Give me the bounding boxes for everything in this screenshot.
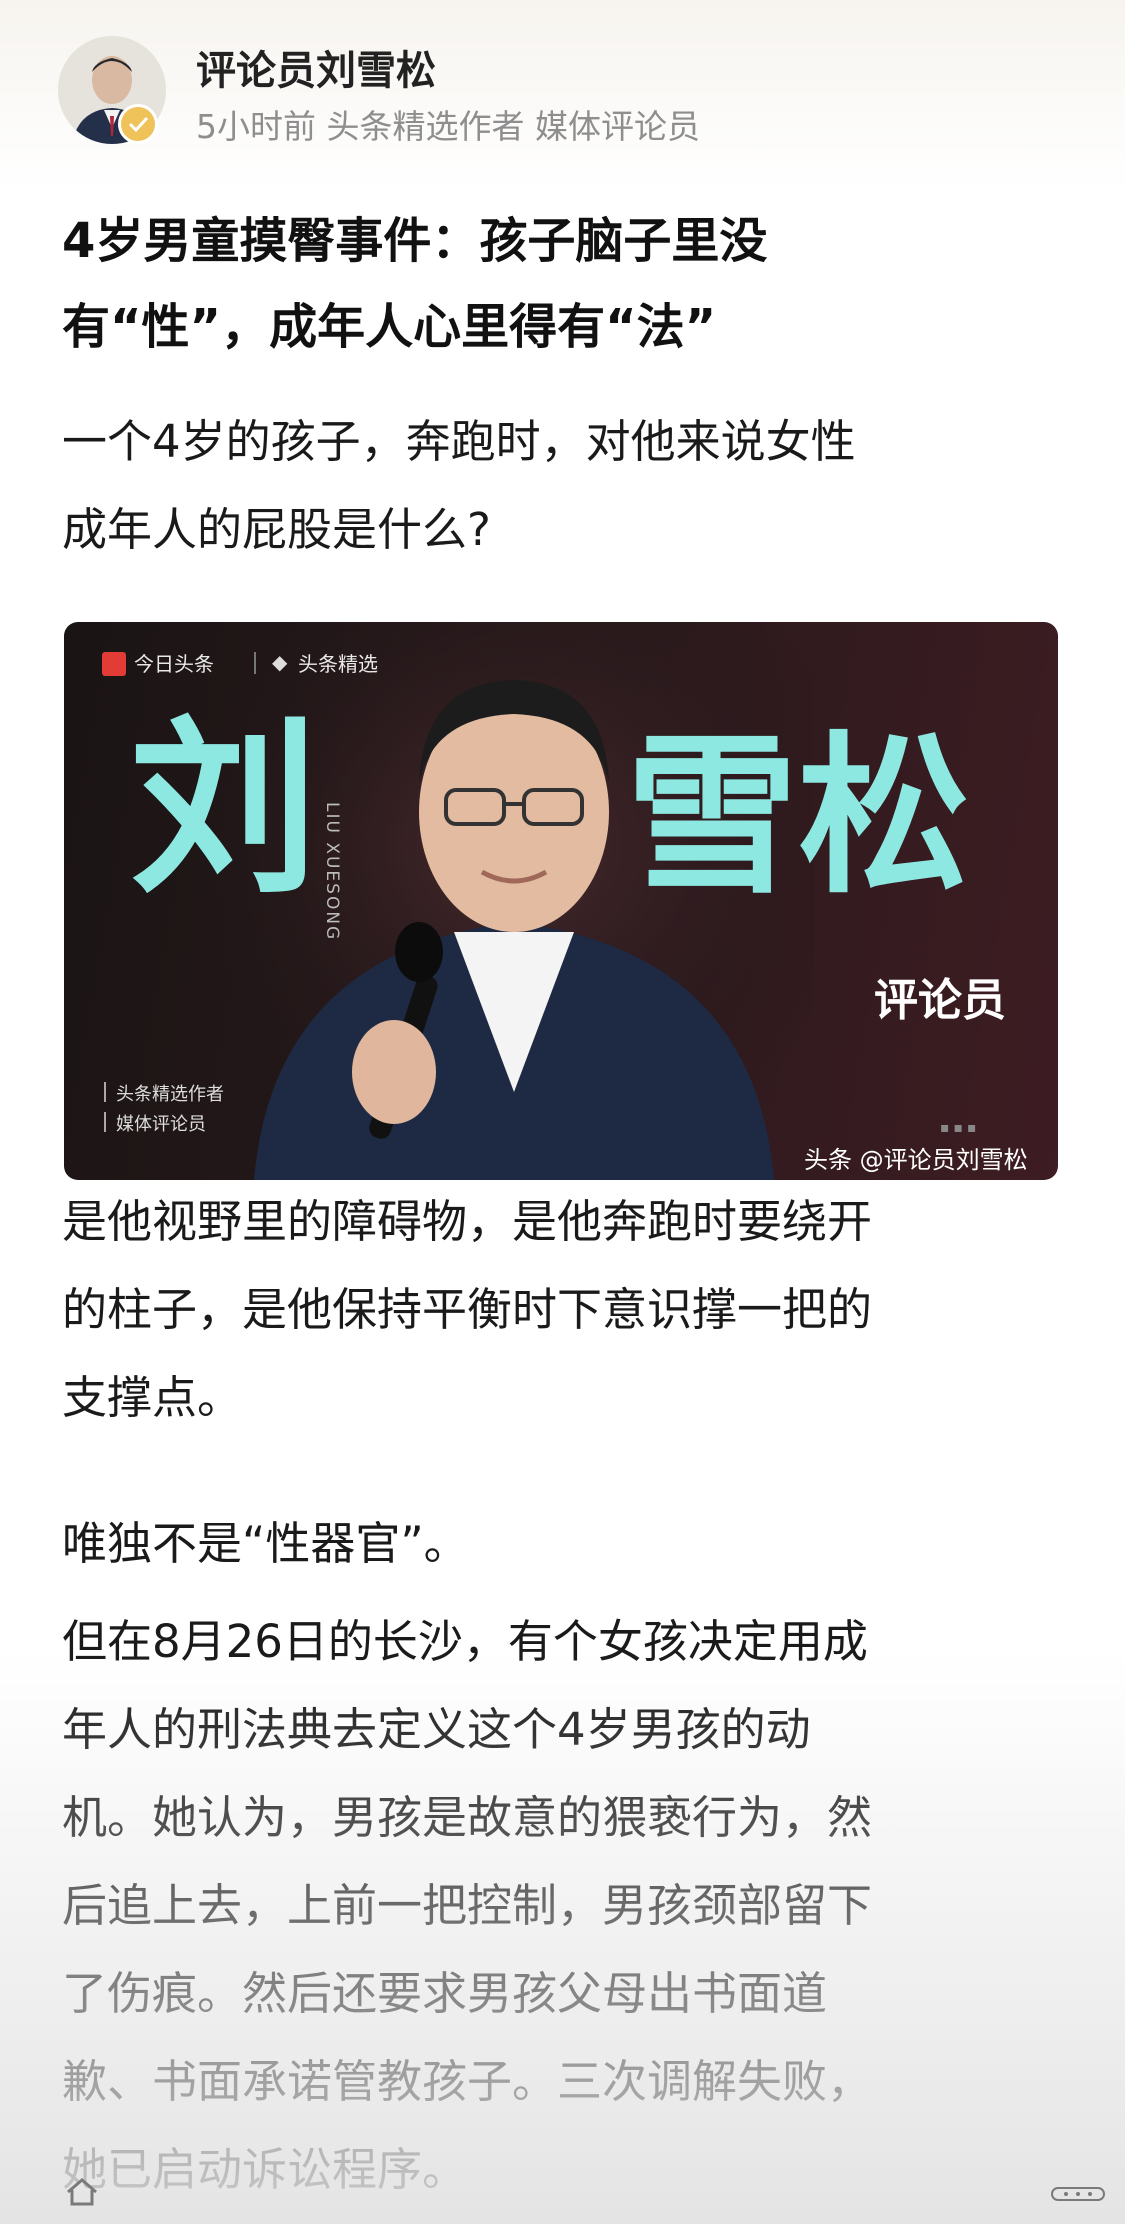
verified-badge-icon (118, 104, 158, 144)
home-icon[interactable] (62, 2172, 102, 2212)
article-title: 4岁男童摸臀事件：孩子脑子里没 有“性”，成年人心里得有“法” (62, 198, 1042, 370)
text-line: 的柱子，是他保持平衡时下意识撑一把的 (62, 1283, 873, 1336)
banner-role: 评论员 (874, 975, 1006, 1026)
paragraph-4: 但在8月26日的长沙，有个女孩决定用成 年人的刑法典去定义这个4岁男孩的动 机。… (62, 1598, 1072, 2214)
text-line: 唯独不是“性器官”。 (62, 1517, 469, 1570)
text-line: 但在8月26日的长沙，有个女孩决定用成 (62, 1615, 868, 1668)
carousel-dots: ▪▪▪ (940, 1120, 981, 1136)
author-name[interactable]: 评论员刘雪松 (196, 38, 436, 96)
more-icon[interactable] (1050, 2182, 1106, 2206)
text-line: 支撑点。 (62, 1371, 243, 1424)
author-meta: 5小时前 头条精选作者 媒体评论员 (196, 107, 700, 146)
divider (104, 1082, 106, 1102)
title-line: 4岁男童摸臀事件：孩子脑子里没 (62, 213, 768, 269)
paragraph-3: 唯独不是“性器官”。 (62, 1500, 1072, 1588)
text-line: 成年人的屁股是什么? (62, 503, 491, 556)
banner-watermark: 头条 @评论员刘雪松 (804, 1146, 1028, 1174)
paragraph-2: 是他视野里的障碍物，是他奔跑时要绕开 的柱子，是他保持平衡时下意识撑一把的 支撑… (62, 1178, 1072, 1442)
divider (254, 652, 256, 674)
text-line: 歉、书面承诺管教孩子。三次调解失败， (62, 2055, 873, 2108)
banner-logo2-text: 头条精选 (298, 652, 378, 676)
banner-tag: 媒体评论员 (116, 1114, 206, 1135)
text-line: 一个4岁的孩子，奔跑时，对他来说女性 (62, 415, 856, 468)
text-line: 了伤痕。然后还要求男孩父母出书面道 (62, 1967, 828, 2020)
author-banner-image[interactable]: 今日头条 ◆ 头条精选 刘 雪松 LIU XUESONG 评论员 头条精选作者 … (64, 622, 1058, 1180)
title-line: 有“性”，成年人心里得有“法” (62, 299, 717, 355)
paragraph-1: 一个4岁的孩子，奔跑时，对他来说女性 成年人的屁股是什么? (62, 398, 1072, 574)
text-line: 是他视野里的障碍物，是他奔跑时要绕开 (62, 1195, 873, 1248)
text-line: 后追上去，上前一把控制，男孩颈部留下 (62, 1879, 873, 1932)
banner-name-liu: 刘 (130, 700, 318, 919)
banner-tag: 头条精选作者 (116, 1084, 224, 1105)
toutiao-logo-icon (102, 652, 126, 676)
banner-logo-text: 今日头条 (134, 652, 214, 676)
author-header: 评论员刘雪松 5小时前 头条精选作者 媒体评论员 (0, 0, 1125, 190)
text-line: 机。她认为，男孩是故意的猥亵行为，然 (62, 1791, 873, 1844)
banner-pinyin: LIU XUESONG (322, 802, 342, 942)
divider (104, 1112, 106, 1132)
toutiao-select-icon: ◆ (272, 650, 288, 674)
text-line: 年人的刑法典去定义这个4岁男孩的动 (62, 1703, 811, 1756)
banner-name-xuesong: 雪松 (626, 716, 970, 917)
text-line: 她已启动诉讼程序。 (62, 2143, 468, 2196)
